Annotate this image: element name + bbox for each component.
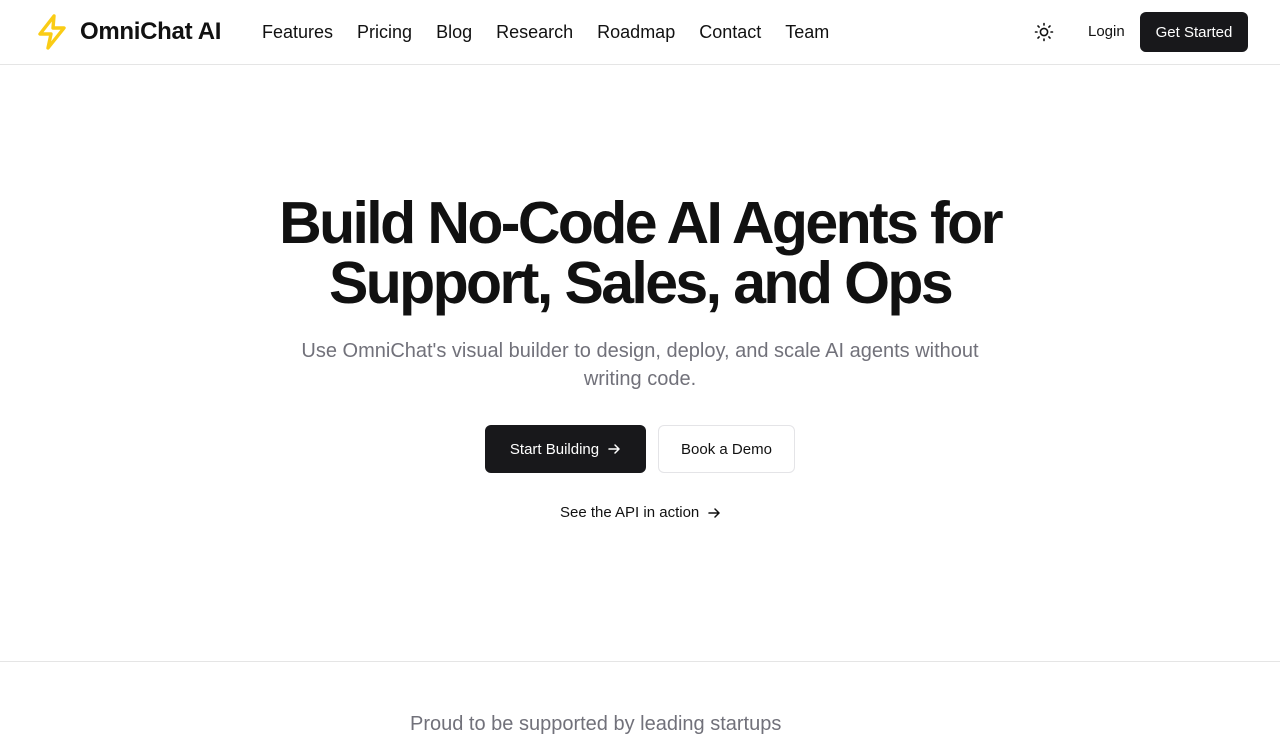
hero-subtitle: Use OmniChat's visual builder to design,… [301, 340, 979, 390]
login-link[interactable]: Login [1088, 22, 1125, 42]
site-header: OmniChat AI Features Pricing Blog Resear… [0, 0, 1280, 65]
arrow-right-icon [708, 508, 721, 518]
get-started-button[interactable]: Get Started [1140, 12, 1248, 52]
hero-title: Build No-Code AI Agents for Support, Sal… [240, 193, 1040, 313]
main-nav: Features Pricing Blog Research Roadmap C… [262, 20, 829, 44]
nav-item-features[interactable]: Features [262, 20, 333, 44]
arrow-right-icon [608, 444, 620, 454]
start-building-button[interactable]: Start Building [485, 425, 646, 473]
theme-toggle-button[interactable] [1030, 18, 1058, 46]
lightning-bolt-icon [38, 14, 66, 50]
brand-logo-link[interactable]: OmniChat AI [32, 12, 221, 52]
sun-icon [1034, 22, 1054, 42]
nav-item-pricing[interactable]: Pricing [357, 20, 412, 44]
book-demo-button[interactable]: Book a Demo [658, 425, 795, 473]
nav-item-contact[interactable]: Contact [699, 20, 761, 44]
nav-item-research[interactable]: Research [496, 20, 573, 44]
nav-item-team[interactable]: Team [785, 20, 829, 44]
nav-item-roadmap[interactable]: Roadmap [597, 20, 675, 44]
brand-name: OmniChat AI [80, 18, 222, 45]
trusted-by-heading: Proud to be supported by leading startup… [410, 713, 782, 735]
hero-cta-group: Start Building Book a Demo [485, 425, 795, 473]
start-building-label: Start Building [509, 440, 600, 458]
section-divider [0, 661, 1280, 662]
api-demo-link[interactable]: See the API in action [560, 503, 721, 523]
hero-title-line-1: Build No-Code AI Agents for [279, 190, 1003, 256]
nav-item-blog[interactable]: Blog [436, 20, 472, 44]
hero-title-line-2: Support, Sales, and Ops [328, 250, 954, 316]
api-demo-label: See the API in action [560, 504, 700, 521]
